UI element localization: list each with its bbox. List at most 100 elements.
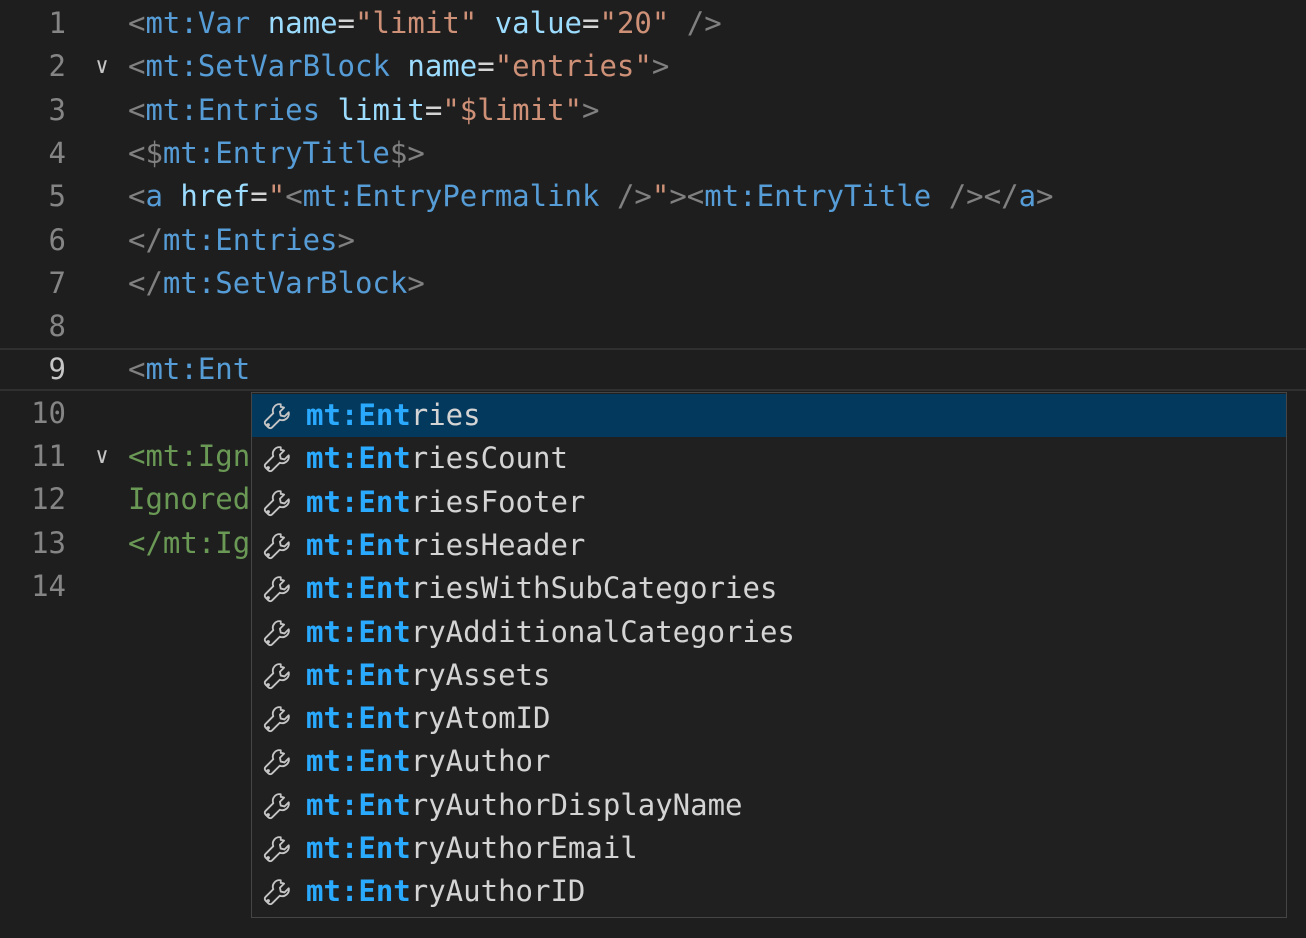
code-line[interactable]: 5 <a href="<mt:EntryPermalink />"><mt:Ent…	[0, 175, 1306, 218]
code-token: =	[424, 92, 443, 127]
suggestion-label: mt:EntryAuthor	[306, 740, 550, 783]
code-token: >	[1036, 179, 1054, 214]
line-number: 8	[48, 309, 66, 344]
suggestion-label: mt:EntryAuthorEmail	[306, 827, 638, 870]
wrench-icon	[260, 487, 294, 519]
code-text: Ignored	[128, 478, 250, 521]
code-token: =	[477, 49, 495, 84]
code-token: href	[180, 179, 251, 214]
suggestion-item[interactable]: mt:EntryAuthorDisplayName	[252, 784, 1286, 827]
code-token: mt:EntryTitle	[162, 135, 390, 170]
suggestion-label: mt:EntriesCount	[306, 437, 568, 480]
code-token: </mt:Ig	[128, 525, 251, 560]
code-token: mt:Var	[145, 6, 251, 40]
suggestion-label: mt:EntryAtomID	[306, 697, 550, 740]
code-token: <	[686, 179, 705, 214]
code-token: <	[128, 352, 146, 387]
suggestion-rest: ryAuthorEmail	[410, 831, 638, 865]
suggestion-label: mt:EntryAssets	[306, 654, 550, 697]
suggestion-item[interactable]: mt:EntryAdditionalCategories	[252, 611, 1286, 654]
suggestion-item[interactable]: mt:EntryAuthorEmail	[252, 827, 1286, 870]
code-line[interactable]: 9 <mt:Ent	[0, 348, 1306, 392]
code-text: <a href="<mt:EntryPermalink />"><mt:Entr…	[128, 175, 1054, 218]
code-token: "limit"	[355, 6, 478, 40]
wrench-icon	[260, 746, 294, 778]
suggestion-label: mt:EntriesHeader	[306, 524, 585, 567]
suggestion-rest: riesHeader	[410, 527, 586, 562]
code-token: mt:Entries	[162, 222, 338, 257]
line-number: 3	[48, 92, 66, 127]
suggestion-match-highlight: mt:Ent	[306, 787, 411, 822]
code-line[interactable]: 3 <mt:Entries limit="$limit">	[0, 89, 1306, 132]
suggestion-rest: ryAtomID	[410, 701, 551, 736]
code-text: <mt:Var name="limit" value="20" />	[128, 2, 722, 45]
line-number: 5	[48, 179, 66, 214]
code-token: a	[145, 179, 163, 214]
suggestion-rest: ryAssets	[410, 657, 551, 692]
code-token: <mt:Ign	[128, 439, 251, 473]
code-line[interactable]: 4 <$mt:EntryTitle$>	[0, 132, 1306, 175]
code-text: <$mt:EntryTitle$>	[128, 132, 425, 175]
wrench-icon	[260, 617, 294, 649]
fold-chevron-icon[interactable]: ∨	[88, 435, 116, 478]
code-token: "entries"	[494, 49, 652, 84]
suggestion-item[interactable]: mt:EntriesCount	[252, 437, 1286, 480]
line-number: 9	[48, 352, 66, 387]
suggestion-match-highlight: mt:Ent	[306, 701, 411, 736]
code-text: </mt:Ig	[128, 522, 250, 565]
suggestion-match-highlight: mt:Ent	[306, 484, 411, 519]
code-line[interactable]: 8	[0, 305, 1306, 348]
fold-chevron-icon[interactable]: ∨	[88, 45, 116, 88]
suggestion-item[interactable]: mt:EntriesHeader	[252, 524, 1286, 567]
code-token: />	[686, 6, 722, 40]
code-token: <	[285, 179, 303, 214]
suggestion-match-highlight: mt:Ent	[306, 398, 411, 432]
code-token: >	[407, 265, 425, 300]
wrench-icon	[260, 790, 294, 822]
code-token: limit	[337, 92, 425, 127]
suggestion-match-highlight: mt:Ent	[306, 831, 411, 865]
suggestion-rest: ryAdditionalCategories	[410, 614, 795, 649]
code-token: <	[128, 49, 146, 84]
code-line[interactable]: 7 </mt:SetVarBlock>	[0, 262, 1306, 305]
suggestion-rest: ryAuthorDisplayName	[410, 787, 743, 822]
code-text: <mt:Entries limit="$limit">	[128, 89, 599, 132]
suggestion-item[interactable]: mt:EntriesWithSubCategories	[252, 567, 1286, 610]
code-token: name	[407, 49, 478, 84]
suggestion-item[interactable]: mt:EntryAtomID	[252, 697, 1286, 740]
line-number: 14	[31, 568, 66, 603]
code-line[interactable]: 6 </mt:Entries>	[0, 219, 1306, 262]
line-number: 6	[48, 222, 66, 257]
suggestion-item[interactable]: mt:EntryAuthor	[252, 740, 1286, 783]
code-token: name	[267, 6, 338, 40]
code-token: value	[494, 6, 583, 40]
suggestion-match-highlight: mt:Ent	[306, 614, 411, 649]
line-number: 1	[48, 6, 66, 40]
suggestion-item[interactable]: mt:EntriesFooter	[252, 481, 1286, 524]
code-line[interactable]: 1 <mt:Var name="limit" value="20" />	[0, 2, 1306, 45]
wrench-icon	[260, 833, 294, 865]
code-token: />	[616, 179, 652, 214]
code-line[interactable]: 2 ∨ <mt:SetVarBlock name="entries">	[0, 45, 1306, 88]
suggestion-match-highlight: mt:Ent	[306, 441, 411, 476]
wrench-icon	[260, 703, 294, 735]
wrench-icon	[260, 573, 294, 605]
line-number: 10	[31, 395, 66, 430]
suggestion-item[interactable]: mt:Entries	[252, 394, 1286, 437]
suggestion-rest: riesCount	[410, 441, 568, 476]
suggestion-item[interactable]: mt:EntryAssets	[252, 654, 1286, 697]
line-number: 13	[31, 525, 66, 560]
code-text: <mt:SetVarBlock name="entries">	[128, 45, 669, 88]
suggestion-item[interactable]: mt:EntryAuthorID	[252, 870, 1286, 913]
suggestion-rest: ryAuthor	[410, 744, 551, 779]
code-token: />	[948, 179, 984, 214]
code-token: <$	[128, 135, 163, 170]
autocomplete-suggest-widget[interactable]: mt:Entries mt:EntriesCount mt:EntriesFoote…	[251, 392, 1287, 918]
code-text: </mt:SetVarBlock>	[128, 262, 425, 305]
code-token: "$limit"	[442, 92, 583, 127]
code-token: >	[582, 92, 600, 127]
